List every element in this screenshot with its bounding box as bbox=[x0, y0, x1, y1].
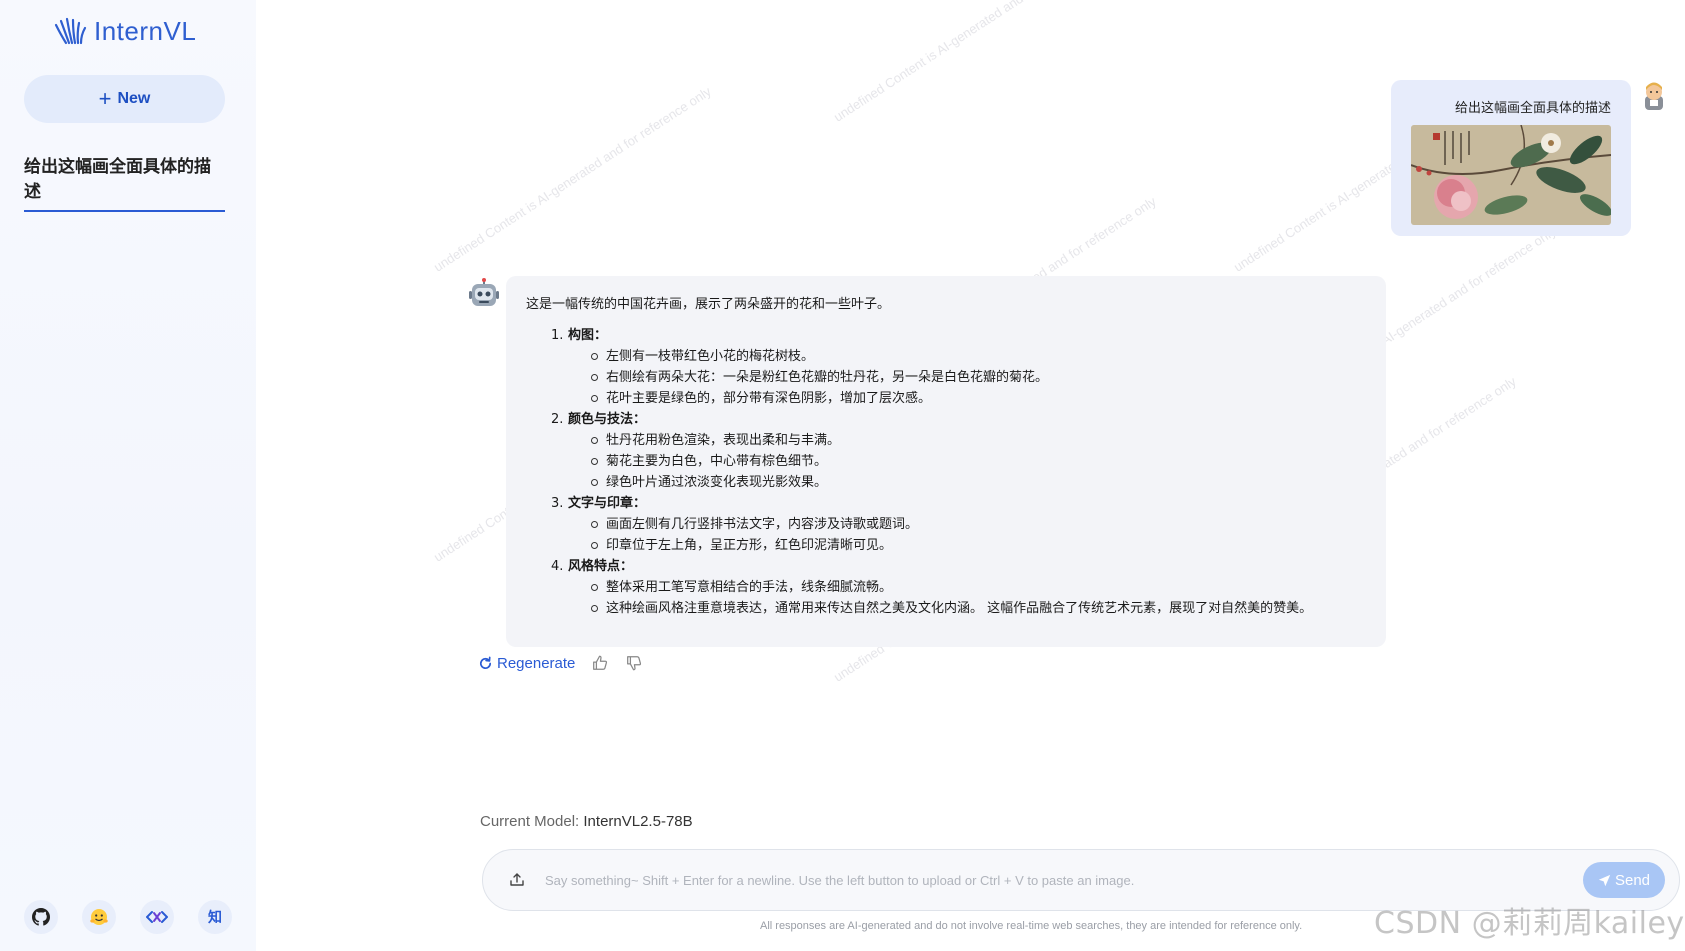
upload-button[interactable] bbox=[501, 864, 533, 896]
upload-icon bbox=[510, 873, 524, 886]
openxlab-link[interactable] bbox=[140, 900, 174, 934]
thumbs-up-icon bbox=[593, 655, 608, 670]
section-number: 1. bbox=[551, 328, 564, 343]
user-avatar bbox=[1639, 80, 1669, 112]
current-model-name: InternVL2.5-78B bbox=[583, 813, 693, 830]
sidebar: InternVL + New 给出这幅画全面具体的描述 知 bbox=[0, 0, 256, 951]
list-item: 整体采用工笔写意相结合的手法，线条细腻流畅。 bbox=[591, 577, 1366, 598]
section-number: 2. bbox=[551, 412, 564, 427]
painting-thumbnail bbox=[1411, 125, 1611, 225]
dislike-button[interactable] bbox=[625, 654, 643, 672]
message-input[interactable] bbox=[545, 872, 1583, 888]
list-item: 花叶主要是绿色的，部分带有深色阴影，增加了层次感。 bbox=[591, 388, 1366, 409]
like-button[interactable] bbox=[591, 654, 609, 672]
app-logo[interactable]: InternVL bbox=[54, 16, 196, 47]
section-title-text: 构图 bbox=[567, 328, 594, 343]
regenerate-label: Regenerate bbox=[497, 654, 576, 672]
section-title: 3. 文字与印章： bbox=[551, 496, 646, 511]
huggingface-link[interactable] bbox=[82, 900, 116, 934]
new-chat-button[interactable]: + New bbox=[24, 75, 225, 123]
bot-intro-text: 这是一幅传统的中国花卉画，展示了两朵盛开的花和一些叶子。 bbox=[526, 297, 891, 312]
conversation-item-active[interactable]: 给出这幅画全面具体的描述 bbox=[24, 152, 225, 212]
refresh-icon bbox=[480, 656, 492, 669]
send-label: Send bbox=[1614, 871, 1651, 889]
internvl-logo-icon bbox=[54, 17, 87, 44]
section-title: 4. 风格特点： bbox=[551, 559, 633, 574]
section-number: 4. bbox=[551, 559, 564, 574]
ai-disclaimer: All responses are AI-generated and do no… bbox=[760, 920, 1303, 932]
list-item: 右侧绘有两朵大花：一朵是粉红色花瓣的牡丹花，另一朵是白色花瓣的菊花。 bbox=[591, 367, 1366, 388]
list-item: 菊花主要为白色，中心带有棕色细节。 bbox=[591, 451, 1366, 472]
new-chat-label: New bbox=[117, 90, 151, 107]
user-avatar-icon bbox=[1645, 82, 1663, 110]
section-title: 1. 构图： bbox=[551, 328, 607, 343]
user-uploaded-image[interactable] bbox=[1411, 125, 1611, 225]
zhihu-icon: 知 bbox=[208, 910, 222, 926]
section-title-text: 文字与印章 bbox=[567, 496, 633, 511]
list-item: 左侧有一枝带红色小花的梅花树枝。 bbox=[591, 346, 1366, 367]
plus-icon: + bbox=[98, 86, 112, 111]
github-link[interactable] bbox=[24, 900, 58, 934]
list-item: 绿色叶片通过浓淡变化表现光影效果。 bbox=[591, 472, 1366, 493]
list-item: 印章位于左上角，呈正方形，红色印泥清晰可见。 bbox=[591, 535, 1366, 556]
content-watermark: undefined Content is AI-generated and fo… bbox=[431, 83, 714, 275]
list-item: 画面左侧有几行竖排书法文字，内容涉及诗歌或题词。 bbox=[591, 514, 1366, 535]
bot-message-bubble: 这是一幅传统的中国花卉画，展示了两朵盛开的花和一些叶子。 1. 构图： 左侧有一… bbox=[506, 276, 1386, 647]
current-model-indicator: Current Model: InternVL2.5-78B bbox=[480, 813, 693, 830]
current-model-label: Current Model: bbox=[480, 813, 580, 830]
sidebar-footer-links: 知 bbox=[24, 900, 232, 934]
content-watermark: undefined Content is AI-generated and fo… bbox=[831, 0, 1114, 125]
bot-avatar bbox=[469, 278, 499, 310]
chat-area: undefined Content is AI-generated and fo… bbox=[256, 0, 1685, 951]
list-item: 这种绘画风格注重意境表达，通常用来传达自然之美及文化内涵。 这幅作品融合了传统艺… bbox=[591, 598, 1366, 619]
csdn-watermark: CSDN @莉莉周kailey bbox=[1374, 906, 1685, 941]
regenerate-button[interactable]: Regenerate bbox=[478, 655, 575, 672]
thumbs-down-icon bbox=[627, 656, 642, 671]
github-icon bbox=[32, 908, 50, 926]
robot-icon bbox=[469, 278, 499, 306]
huggingface-icon bbox=[90, 909, 108, 925]
message-actions: Regenerate bbox=[478, 654, 643, 672]
openxlab-icon bbox=[146, 911, 168, 923]
list-item: 牡丹花用粉色渲染，表现出柔和与丰满。 bbox=[591, 430, 1366, 451]
zhihu-link[interactable]: 知 bbox=[198, 900, 232, 934]
send-button[interactable]: Send bbox=[1583, 862, 1665, 898]
user-message-text: 给出这幅画全面具体的描述 bbox=[1454, 101, 1611, 116]
section-title: 2. 颜色与技法： bbox=[551, 412, 646, 427]
section-number: 3. bbox=[551, 496, 564, 511]
logo-text: InternVL bbox=[94, 16, 197, 46]
user-message-bubble: 给出这幅画全面具体的描述 bbox=[1391, 80, 1631, 236]
send-icon bbox=[1598, 874, 1611, 886]
section-title-text: 风格特点 bbox=[567, 559, 620, 574]
section-title-text: 颜色与技法 bbox=[567, 412, 633, 427]
